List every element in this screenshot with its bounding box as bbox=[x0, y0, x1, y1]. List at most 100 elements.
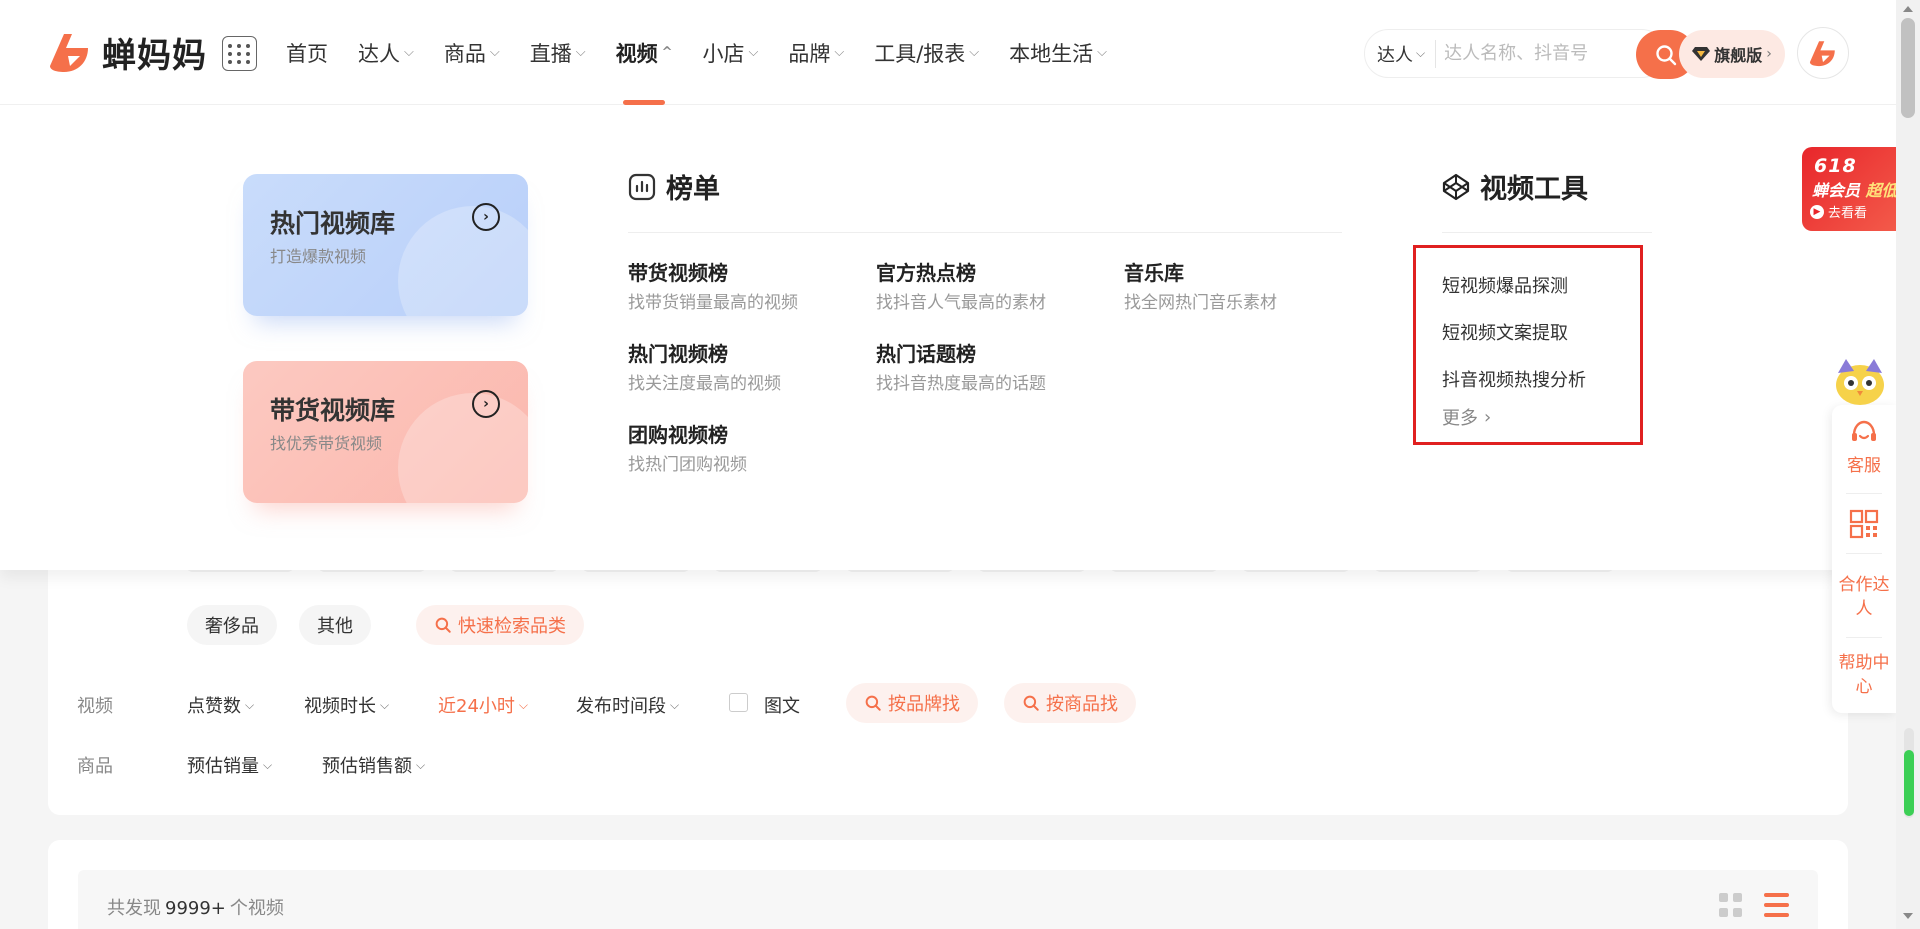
product-filter-label: 商品 bbox=[77, 756, 113, 777]
logo-text: 蝉妈妈 bbox=[102, 35, 207, 76]
chevron-down-icon: ⌵ bbox=[380, 697, 390, 712]
video-filter-label: 视频 bbox=[77, 696, 113, 717]
cooperate-influencer-button[interactable]: 合作达人 bbox=[1832, 573, 1896, 621]
card-title: 带货视频库 bbox=[270, 396, 396, 425]
grid-view-icon[interactable] bbox=[1719, 893, 1743, 917]
video-mega-menu: 热门视频库 打造爆款视频 › 带货视频库 找优秀带货视频 › 榜单 带货视频榜 … bbox=[0, 105, 1896, 570]
play-icon: ▶ bbox=[1810, 204, 1824, 219]
search-icon bbox=[435, 617, 451, 633]
nav-local-life[interactable]: 本地生活 ⌵ bbox=[1009, 0, 1107, 105]
duration-filter-dropdown[interactable]: 视频时长 ⌵ bbox=[304, 692, 389, 718]
scroll-down-arrow-icon[interactable] bbox=[1903, 913, 1913, 919]
scroll-up-arrow-icon[interactable] bbox=[1903, 6, 1913, 12]
hot-video-library-card[interactable]: 热门视频库 打造爆款视频 bbox=[243, 174, 528, 316]
rank-item-hot-topic[interactable]: 热门话题榜 找抖音热度最高的话题 bbox=[876, 338, 1046, 394]
divider bbox=[1846, 637, 1882, 638]
chevron-down-icon: ⌵ bbox=[969, 45, 980, 60]
arrow-right-circle-icon[interactable]: › bbox=[472, 203, 500, 231]
chevron-down-icon: ⌵ bbox=[416, 757, 426, 772]
help-center-button[interactable]: 帮助中心 bbox=[1832, 651, 1896, 699]
chevron-down-icon: ⌵ bbox=[489, 45, 500, 60]
sales-video-library-card[interactable]: 带货视频库 找优秀带货视频 bbox=[243, 361, 528, 503]
filter-card bbox=[48, 540, 1848, 815]
divider bbox=[628, 232, 1342, 233]
card-subtitle: 打造爆款视频 bbox=[270, 247, 367, 266]
chevron-down-icon: ⌵ bbox=[834, 45, 845, 60]
bag-decoration bbox=[398, 393, 528, 503]
divider bbox=[1442, 232, 1652, 233]
chevron-down-icon: ⌵ bbox=[404, 45, 414, 60]
video-tools-title: 视频工具 bbox=[1442, 167, 1588, 206]
search-icon bbox=[1023, 695, 1039, 711]
likes-filter-dropdown[interactable]: 点赞数 ⌵ bbox=[187, 692, 254, 718]
logo[interactable]: 蝉妈妈 bbox=[44, 26, 207, 78]
apps-grid-icon[interactable] bbox=[222, 36, 257, 71]
chevron-down-icon: ⌵ bbox=[1097, 45, 1107, 60]
search-by-product-button[interactable]: 按商品找 bbox=[1004, 683, 1136, 723]
rank-item-official-hotspot[interactable]: 官方热点榜 找抖音人气最高的素材 bbox=[876, 257, 1046, 313]
vip-button[interactable]: 旗舰版 › bbox=[1679, 30, 1785, 78]
chevron-down-icon: ⌵ bbox=[575, 45, 586, 60]
codepen-cube-icon bbox=[1442, 173, 1470, 200]
time-range-filter-dropdown[interactable]: 近24小时 ⌵ bbox=[438, 692, 528, 718]
rank-item-music-library[interactable]: 音乐库 找全网热门音乐素材 bbox=[1124, 257, 1277, 313]
nav-influencer[interactable]: 达人 ⌵ bbox=[358, 0, 414, 105]
qr-code-button[interactable] bbox=[1832, 509, 1896, 546]
customer-service-button[interactable]: 客服 bbox=[1832, 419, 1896, 478]
rank-item-hot-video[interactable]: 热门视频榜 找关注度最高的视频 bbox=[628, 338, 781, 394]
tools-more-link[interactable]: 更多 › bbox=[1442, 404, 1491, 430]
publish-period-filter-dropdown[interactable]: 发布时间段 ⌵ bbox=[576, 692, 679, 718]
progress-indicator bbox=[1904, 750, 1914, 816]
user-avatar[interactable] bbox=[1797, 27, 1849, 79]
search-by-brand-button[interactable]: 按品牌找 bbox=[846, 683, 978, 723]
chevron-down-icon: ⌵ bbox=[670, 697, 680, 712]
tool-hot-product-detect[interactable]: 短视频爆品探测 bbox=[1442, 272, 1568, 298]
nav-shop[interactable]: 小店 ⌵ bbox=[702, 0, 758, 105]
chevron-right-icon: › bbox=[1766, 46, 1772, 62]
floating-sidebar: 客服 合作达人 帮助中心 bbox=[1832, 405, 1896, 713]
promo-banner[interactable]: 618 蝉会员 超低 ▶ 去看看 bbox=[1802, 147, 1896, 231]
scrollbar-thumb[interactable] bbox=[1901, 18, 1915, 118]
chevron-down-icon: ⌵ bbox=[1416, 46, 1426, 60]
chevron-down-icon: ⌵ bbox=[748, 45, 759, 60]
estimated-revenue-dropdown[interactable]: 预估销售额 ⌵ bbox=[322, 752, 425, 778]
chevron-up-icon: ^ bbox=[661, 45, 673, 60]
results-count: 共发现 9999+ 个视频 bbox=[107, 898, 284, 919]
rank-item-group-buy-video[interactable]: 团购视频榜 找热门团购视频 bbox=[628, 419, 747, 475]
rank-section-title: 榜单 bbox=[628, 167, 720, 206]
nav-home[interactable]: 首页 bbox=[286, 0, 328, 105]
category-tag-other[interactable]: 其他 bbox=[299, 605, 371, 645]
search-type-select[interactable]: 达人 ⌵ bbox=[1365, 39, 1437, 68]
nav-video[interactable]: 视频 ^ bbox=[616, 0, 673, 105]
tool-hot-search-analysis[interactable]: 抖音视频热搜分析 bbox=[1442, 366, 1586, 392]
search-input[interactable] bbox=[1436, 43, 1597, 64]
nav-tools[interactable]: 工具/报表 ⌵ bbox=[874, 0, 979, 105]
category-tag-luxury[interactable]: 奢侈品 bbox=[187, 605, 277, 645]
image-text-checkbox[interactable] bbox=[729, 693, 748, 712]
list-view-icon[interactable] bbox=[1764, 893, 1789, 917]
qr-code-icon bbox=[1849, 509, 1879, 539]
rank-item-sales-video[interactable]: 带货视频榜 找带货销量最高的视频 bbox=[628, 257, 798, 313]
chevron-down-icon: ⌵ bbox=[263, 757, 273, 772]
arrow-right-circle-icon[interactable]: › bbox=[472, 390, 500, 418]
chart-bar-icon bbox=[628, 173, 656, 200]
nav-product[interactable]: 商品 ⌵ bbox=[444, 0, 500, 105]
chevron-down-icon: ⌵ bbox=[518, 697, 529, 712]
tool-copy-extract[interactable]: 短视频文案提取 bbox=[1442, 319, 1568, 345]
owl-mascot-icon[interactable] bbox=[1828, 355, 1892, 407]
chevron-down-icon: ⌵ bbox=[245, 697, 255, 712]
avatar-logo-icon bbox=[1809, 41, 1835, 67]
headset-icon bbox=[1852, 420, 1876, 441]
diamond-icon bbox=[1692, 47, 1711, 61]
search-box: 达人 ⌵ bbox=[1364, 29, 1695, 79]
image-text-label: 图文 bbox=[764, 696, 800, 717]
top-header: 蝉妈妈 首页 达人 ⌵ 商品 ⌵ 直播 ⌵ 视频 ^ 小店 ⌵ 品牌 ⌵ 工具/报表 ⌵ 本地… bbox=[0, 0, 1896, 105]
nav-brand[interactable]: 品牌 ⌵ bbox=[788, 0, 844, 105]
divider bbox=[1846, 493, 1882, 494]
search-icon bbox=[865, 695, 881, 711]
nav-live[interactable]: 直播 ⌵ bbox=[530, 0, 586, 105]
estimated-sales-dropdown[interactable]: 预估销量 ⌵ bbox=[187, 752, 272, 778]
divider bbox=[1846, 553, 1882, 554]
quick-category-search-button[interactable]: 快速检索品类 bbox=[416, 605, 584, 645]
flame-decoration bbox=[398, 206, 528, 316]
